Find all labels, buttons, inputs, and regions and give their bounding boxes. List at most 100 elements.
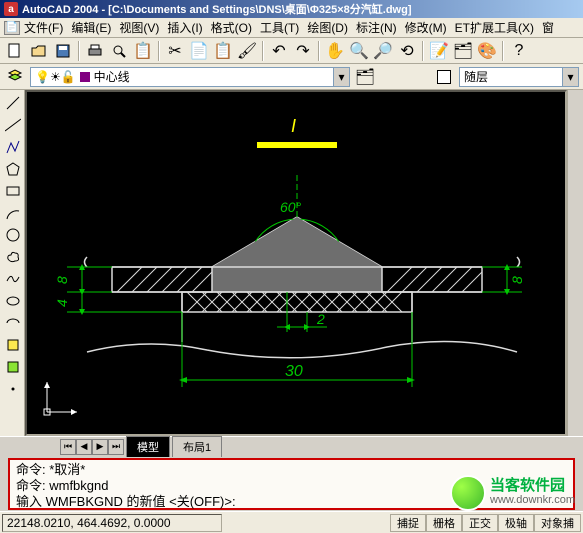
revcloud-tool[interactable] <box>2 246 23 267</box>
tab-model[interactable]: 模型 <box>126 436 170 457</box>
layer-prev-button[interactable]: 🗂 <box>354 66 376 88</box>
status-grid-button[interactable]: 栅格 <box>426 514 462 532</box>
layer-name: 中心线 <box>94 68 130 85</box>
new-button[interactable] <box>4 40 26 62</box>
layer-manager-button[interactable] <box>4 66 26 88</box>
arc-tool[interactable] <box>2 202 23 223</box>
menu-insert[interactable]: 插入(I) <box>163 17 206 38</box>
vertical-scrollbar[interactable] <box>567 90 583 436</box>
make-block-tool[interactable] <box>2 356 23 377</box>
properties-button[interactable]: 📝 <box>428 40 450 62</box>
sun-icon: ☀ <box>50 70 61 84</box>
chevron-down-icon[interactable]: ▾ <box>562 68 578 86</box>
help-button[interactable]: ? <box>508 40 530 62</box>
paste-button[interactable]: 📋 <box>212 40 234 62</box>
zoom-rt-button[interactable]: 🔍 <box>348 40 370 62</box>
copy-button[interactable]: 📄 <box>188 40 210 62</box>
cad-drawing: I 60° <box>27 92 547 436</box>
separator <box>158 41 160 61</box>
menu-bar: 📄 文件(F) 编辑(E) 视图(V) 插入(I) 格式(O) 工具(T) 绘图… <box>0 18 583 38</box>
dim-8-left: 8 <box>54 276 70 284</box>
main-area: I 60° <box>0 90 583 436</box>
properties-toolbar: 💡 ☀ 🔓 中心线 ▾ 🗂 随层 ▾ <box>0 64 583 90</box>
redo-button[interactable]: ↷ <box>292 40 314 62</box>
tab-last-button[interactable]: ⏭ <box>108 439 124 455</box>
xline-tool[interactable] <box>2 114 23 135</box>
status-coordinates: 22148.0210, 464.4692, 0.0000 <box>2 514 222 532</box>
watermark-url: www.downkr.com <box>490 493 575 507</box>
layer-dropdown[interactable]: 💡 ☀ 🔓 中心线 ▾ <box>30 67 350 87</box>
polygon-tool[interactable] <box>2 158 23 179</box>
grey-fill <box>212 217 382 292</box>
status-bar: 22148.0210, 464.4692, 0.0000 捕捉 栅格 正交 极轴… <box>0 511 583 533</box>
ellipse-tool[interactable] <box>2 290 23 311</box>
separator <box>502 41 504 61</box>
rectangle-tool[interactable] <box>2 180 23 201</box>
cut-button[interactable]: ✂ <box>164 40 186 62</box>
color-button[interactable] <box>433 66 455 88</box>
separator <box>318 41 320 61</box>
menu-draw[interactable]: 绘图(D) <box>303 17 352 38</box>
ucs-icon <box>44 382 77 415</box>
menu-ettools[interactable]: ET扩展工具(X) <box>451 17 538 38</box>
break-line <box>87 342 517 358</box>
separator <box>78 41 80 61</box>
menu-edit[interactable]: 编辑(E) <box>67 17 115 38</box>
dim-30: 30 <box>285 363 303 380</box>
tab-prev-button[interactable]: ◀ <box>76 439 92 455</box>
save-button[interactable] <box>52 40 74 62</box>
menu-modify[interactable]: 修改(M) <box>401 17 451 38</box>
drawing-canvas[interactable]: I 60° <box>25 90 567 436</box>
match-button[interactable]: 🖌 <box>236 40 258 62</box>
undo-button[interactable]: ↶ <box>268 40 290 62</box>
designcenter-button[interactable]: 🗂 <box>452 40 474 62</box>
line-tool[interactable] <box>2 92 23 113</box>
standard-toolbar: 📋 ✂ 📄 📋 🖌 ↶ ↷ ✋ 🔍 🔎 ⟲ 📝 🗂 🎨 ? <box>0 38 583 64</box>
tab-bar: ⏮ ◀ ▶ ⏭ 模型 布局1 <box>0 436 583 456</box>
dim-8-right: 8 <box>509 276 525 284</box>
hatch-right <box>387 267 482 292</box>
menu-format[interactable]: 格式(O) <box>207 17 256 38</box>
lock-icon: 🔓 <box>61 70 76 84</box>
preview-button[interactable] <box>108 40 130 62</box>
status-osnap-button[interactable]: 对象捕 <box>534 514 581 532</box>
layer-color-swatch <box>80 72 90 82</box>
open-button[interactable] <box>28 40 50 62</box>
status-ortho-button[interactable]: 正交 <box>462 514 498 532</box>
linetype-label: 随层 <box>464 68 488 85</box>
insert-block-tool[interactable] <box>2 334 23 355</box>
linetype-dropdown[interactable]: 随层 ▾ <box>459 67 579 87</box>
tab-next-button[interactable]: ▶ <box>92 439 108 455</box>
zoom-win-button[interactable]: 🔎 <box>372 40 394 62</box>
toolpalette-button[interactable]: 🎨 <box>476 40 498 62</box>
tab-layout1[interactable]: 布局1 <box>172 436 222 457</box>
status-snap-button[interactable]: 捕捉 <box>390 514 426 532</box>
print-button[interactable] <box>84 40 106 62</box>
separator <box>422 41 424 61</box>
app-icon: a <box>4 2 18 16</box>
watermark: 当客软件园 www.downkr.com <box>450 475 575 511</box>
status-polar-button[interactable]: 极轴 <box>498 514 534 532</box>
window-title: AutoCAD 2004 - [C:\Documents and Setting… <box>22 1 412 17</box>
spline-tool[interactable] <box>2 268 23 289</box>
menu-dimension[interactable]: 标注(N) <box>352 17 401 38</box>
hatch-left <box>117 267 212 292</box>
menu-view[interactable]: 视图(V) <box>115 17 163 38</box>
menu-file[interactable]: 文件(F) <box>20 17 67 38</box>
publish-button[interactable]: 📋 <box>132 40 154 62</box>
angle-label: 60° <box>280 199 302 215</box>
circle-tool[interactable] <box>2 224 23 245</box>
chevron-down-icon[interactable]: ▾ <box>333 68 349 86</box>
bulb-icon: 💡 <box>35 70 50 84</box>
ellipse-arc-tool[interactable] <box>2 312 23 333</box>
menu-tools[interactable]: 工具(T) <box>256 17 303 38</box>
menu-window[interactable]: 窗 <box>538 17 558 38</box>
yellow-bar <box>257 142 337 148</box>
zoom-prev-button[interactable]: ⟲ <box>396 40 418 62</box>
point-tool[interactable] <box>2 378 23 399</box>
polyline-tool[interactable] <box>2 136 23 157</box>
tab-first-button[interactable]: ⏮ <box>60 439 76 455</box>
pan-button[interactable]: ✋ <box>324 40 346 62</box>
doc-icon[interactable]: 📄 <box>4 21 20 35</box>
dim-4-left: 4 <box>54 299 70 307</box>
